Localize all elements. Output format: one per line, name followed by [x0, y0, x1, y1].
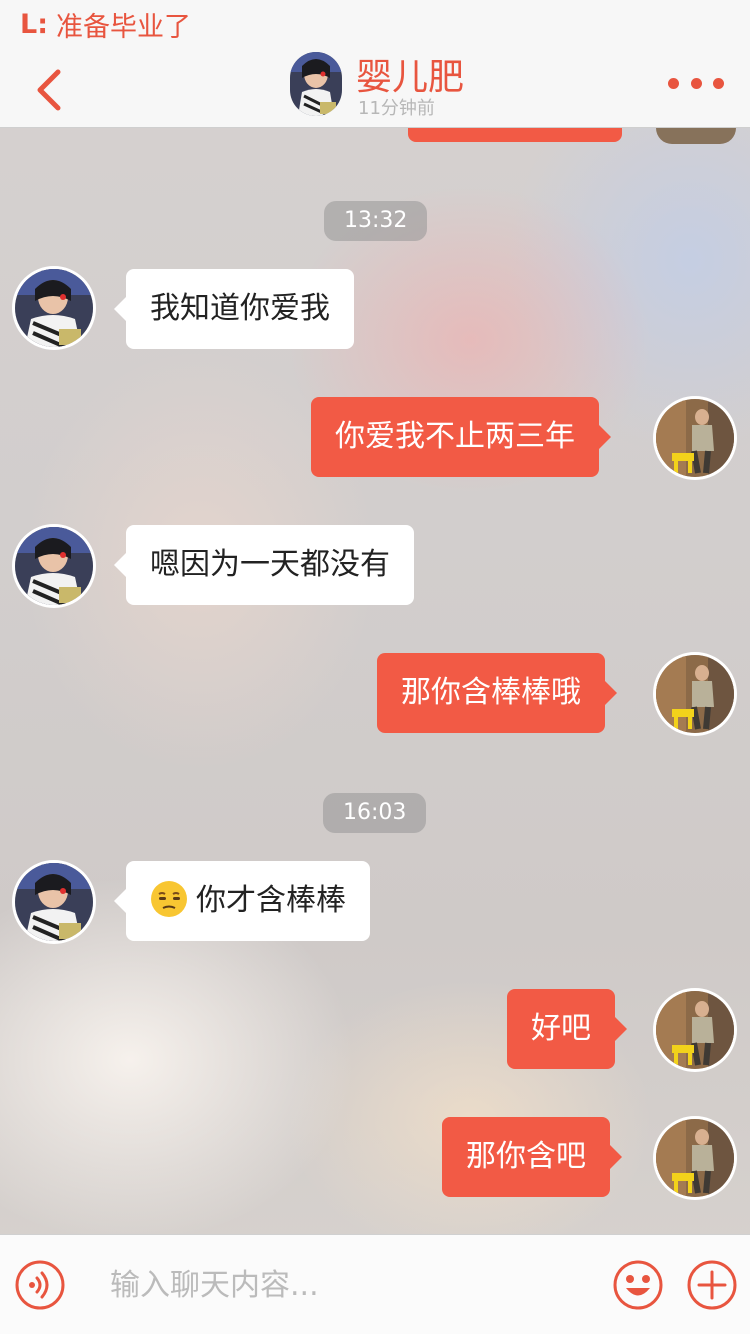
unamused-face-icon: [151, 880, 187, 917]
voice-icon: [15, 1260, 65, 1310]
message-bubble-outgoing[interactable]: 你爱我不止两三年: [311, 397, 611, 477]
contact-avatar-photo: [15, 863, 93, 941]
contact-avatar-photo: [15, 527, 93, 605]
status-bar: L: 准备毕业了: [0, 0, 750, 48]
contact-avatar[interactable]: [12, 266, 96, 350]
status-prefix: L:: [20, 8, 49, 40]
my-avatar[interactable]: [653, 652, 737, 736]
timestamp-divider: 16:03: [323, 793, 427, 833]
more-options-button[interactable]: [668, 70, 724, 96]
more-dot-icon: [668, 77, 679, 89]
my-avatar[interactable]: [653, 1116, 737, 1200]
my-avatar-photo: [656, 1119, 734, 1197]
my-avatar-photo: [656, 655, 734, 733]
voice-input-button[interactable]: [14, 1259, 66, 1311]
contact-avatar[interactable]: [12, 860, 96, 944]
message-input-bar: [0, 1234, 750, 1334]
plus-icon: [687, 1260, 737, 1310]
chat-title: 婴儿肥: [356, 57, 465, 98]
smiley-icon: [613, 1260, 663, 1310]
previous-avatar-edge: [656, 128, 736, 144]
nav-bar: 婴儿肥 11分钟前: [0, 48, 750, 128]
contact-avatar-photo: [15, 269, 93, 347]
message-bubble-incoming[interactable]: 我知道你爱我: [114, 269, 354, 349]
message-bubble-outgoing[interactable]: 那你含吧: [442, 1117, 622, 1197]
my-avatar[interactable]: [653, 988, 737, 1072]
contact-avatar-photo: [290, 52, 342, 116]
add-attachment-button[interactable]: [686, 1259, 738, 1311]
my-avatar-photo: [656, 399, 734, 477]
my-avatar[interactable]: [653, 396, 737, 480]
message-text: 你才含棒棒: [196, 883, 346, 918]
my-avatar-photo: [656, 991, 734, 1069]
message-bubble-outgoing[interactable]: 那你含棒棒哦: [377, 653, 617, 733]
back-button[interactable]: [28, 58, 78, 118]
contact-avatar[interactable]: [12, 524, 96, 608]
message-bubble-incoming[interactable]: 嗯因为一天都没有: [114, 525, 414, 605]
last-active-time: 11分钟前: [358, 98, 435, 119]
more-dot-icon: [713, 77, 724, 89]
message-bubble-outgoing[interactable]: 好吧: [507, 989, 627, 1069]
emoji-button[interactable]: [612, 1259, 664, 1311]
chat-input[interactable]: [90, 1255, 630, 1315]
chevron-left-icon: [37, 69, 61, 111]
contact-avatar[interactable]: [290, 52, 342, 116]
previous-message-bubble: [408, 128, 622, 142]
timestamp-divider: 13:32: [324, 201, 428, 241]
message-bubble-incoming[interactable]: 你才含棒棒: [114, 861, 370, 941]
more-dot-icon: [690, 77, 702, 89]
status-text: 准备毕业了: [56, 11, 192, 43]
